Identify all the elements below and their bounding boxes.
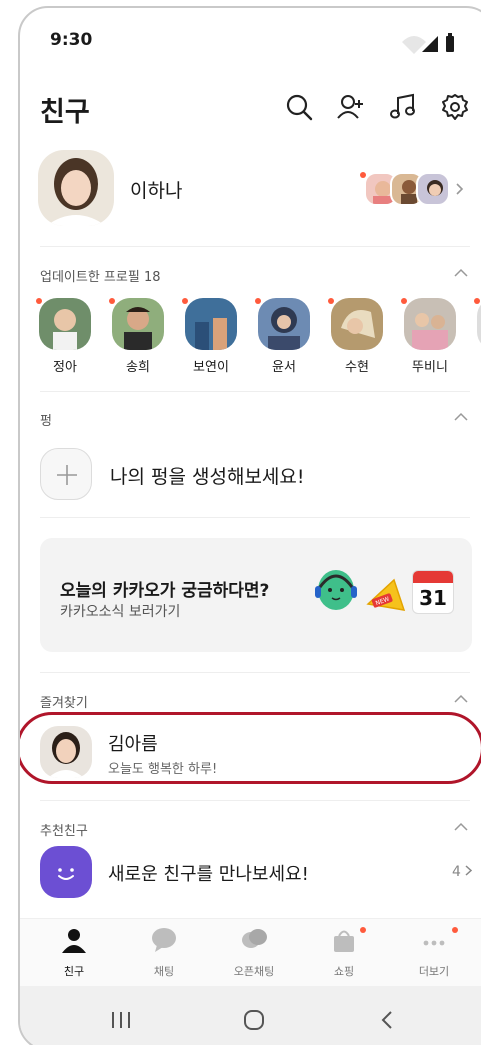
music-icon[interactable]	[388, 92, 418, 122]
tab-shopping[interactable]: 쇼핑	[304, 927, 384, 979]
story-thumb	[416, 172, 450, 206]
updated-profile-item[interactable]: 윤서	[255, 298, 313, 375]
banner-subtitle: 카카오소식 보러가기	[60, 604, 181, 620]
tab-friends[interactable]: 친구	[34, 927, 114, 979]
chevron-up-icon[interactable]	[454, 694, 468, 704]
create-pyeong-button[interactable]	[40, 448, 92, 500]
my-profile[interactable]: 이하나	[20, 150, 481, 234]
profile-photo	[112, 298, 164, 350]
header: 친구	[20, 86, 481, 136]
person-icon	[62, 929, 86, 953]
divider	[40, 800, 470, 801]
page-title: 친구	[40, 97, 90, 128]
chat-bubble-icon	[152, 928, 176, 952]
divider	[40, 517, 470, 518]
chevron-up-icon[interactable]	[454, 268, 468, 278]
calendar-icon: 31	[412, 570, 454, 614]
add-friend-icon[interactable]	[336, 92, 366, 122]
profile-photo	[185, 298, 237, 350]
pyeong-label: 펑	[40, 414, 52, 429]
updated-profiles-row: 정아 송희 보연이 윤서 수현 뚜비니	[20, 298, 481, 378]
signal-battery-icon	[402, 33, 454, 54]
profile-photo	[39, 298, 91, 350]
favorites-label: 즐겨찾기	[40, 696, 88, 711]
updated-profile-item[interactable]: 정아	[36, 298, 94, 375]
updated-profiles-label: 업데이트한 프로필 18	[40, 270, 161, 285]
profile-photo	[258, 298, 310, 350]
create-pyeong-prompt[interactable]: 나의 펑을 생성해보세요!	[110, 462, 305, 489]
status-time: 9:30	[50, 30, 93, 50]
my-name: 이하나	[130, 180, 183, 202]
chevron-right-icon[interactable]	[456, 183, 464, 195]
recent-apps-icon[interactable]	[110, 1010, 132, 1030]
plus-icon	[57, 465, 77, 485]
profile-photo	[477, 298, 481, 350]
updated-profile-item[interactable]: 보연이	[182, 298, 240, 375]
tab-open-chat[interactable]: 오픈채팅	[214, 927, 294, 979]
smiley-icon	[40, 846, 92, 898]
recommend-label: 추천친구	[40, 824, 88, 839]
kakao-character-icon	[315, 570, 357, 610]
divider	[40, 246, 470, 247]
tab-chats[interactable]: 채팅	[124, 927, 204, 979]
chevron-right-icon	[465, 865, 473, 876]
updated-profile-item[interactable]: 뚜비니	[401, 298, 459, 375]
profile-photo	[331, 298, 383, 350]
profile-photo	[404, 298, 456, 350]
system-nav-bar	[20, 986, 481, 1045]
recommend-text: 새로운 친구를 만나보세요!	[108, 864, 309, 885]
chevron-up-icon[interactable]	[454, 412, 468, 422]
banner-title: 오늘의 카카오가 궁금하다면?	[60, 581, 270, 601]
shopping-bag-icon	[334, 930, 354, 952]
my-story-bubbles[interactable]	[360, 172, 470, 206]
kakao-news-banner[interactable]: 오늘의 카카오가 궁금하다면? 카카오소식 보러가기 NEW 31	[40, 538, 472, 652]
bottom-tab-bar: 친구 채팅 오픈채팅 쇼핑 더보기	[20, 918, 481, 986]
back-icon[interactable]	[380, 1010, 394, 1030]
recommend-count: 4	[452, 864, 473, 880]
divider	[40, 391, 470, 392]
settings-gear-icon[interactable]	[440, 92, 470, 122]
search-icon[interactable]	[284, 92, 314, 122]
updated-profile-item[interactable]: 수현	[328, 298, 386, 375]
home-icon[interactable]	[242, 1008, 266, 1032]
phone-frame: 9:30 친구 이하나 업데이트한 프로필 18 정아 송희 보연이 윤서 수현…	[18, 6, 481, 1045]
recommend-friends-row[interactable]: 새로운 친구를 만나보세요! 4	[20, 846, 481, 902]
profile-photo-woman	[38, 150, 114, 226]
tab-more[interactable]: 더보기	[394, 927, 474, 979]
chevron-up-icon[interactable]	[454, 822, 468, 832]
my-avatar[interactable]	[38, 150, 114, 226]
updated-profile-item[interactable]	[474, 298, 481, 350]
megaphone-icon: NEW	[366, 578, 406, 611]
more-dots-icon	[423, 940, 445, 946]
status-bar: 9:30	[20, 8, 481, 72]
updated-profile-item[interactable]: 송희	[109, 298, 167, 375]
open-chat-icon	[242, 929, 267, 948]
divider	[40, 672, 470, 673]
highlight-annotation	[20, 712, 481, 784]
